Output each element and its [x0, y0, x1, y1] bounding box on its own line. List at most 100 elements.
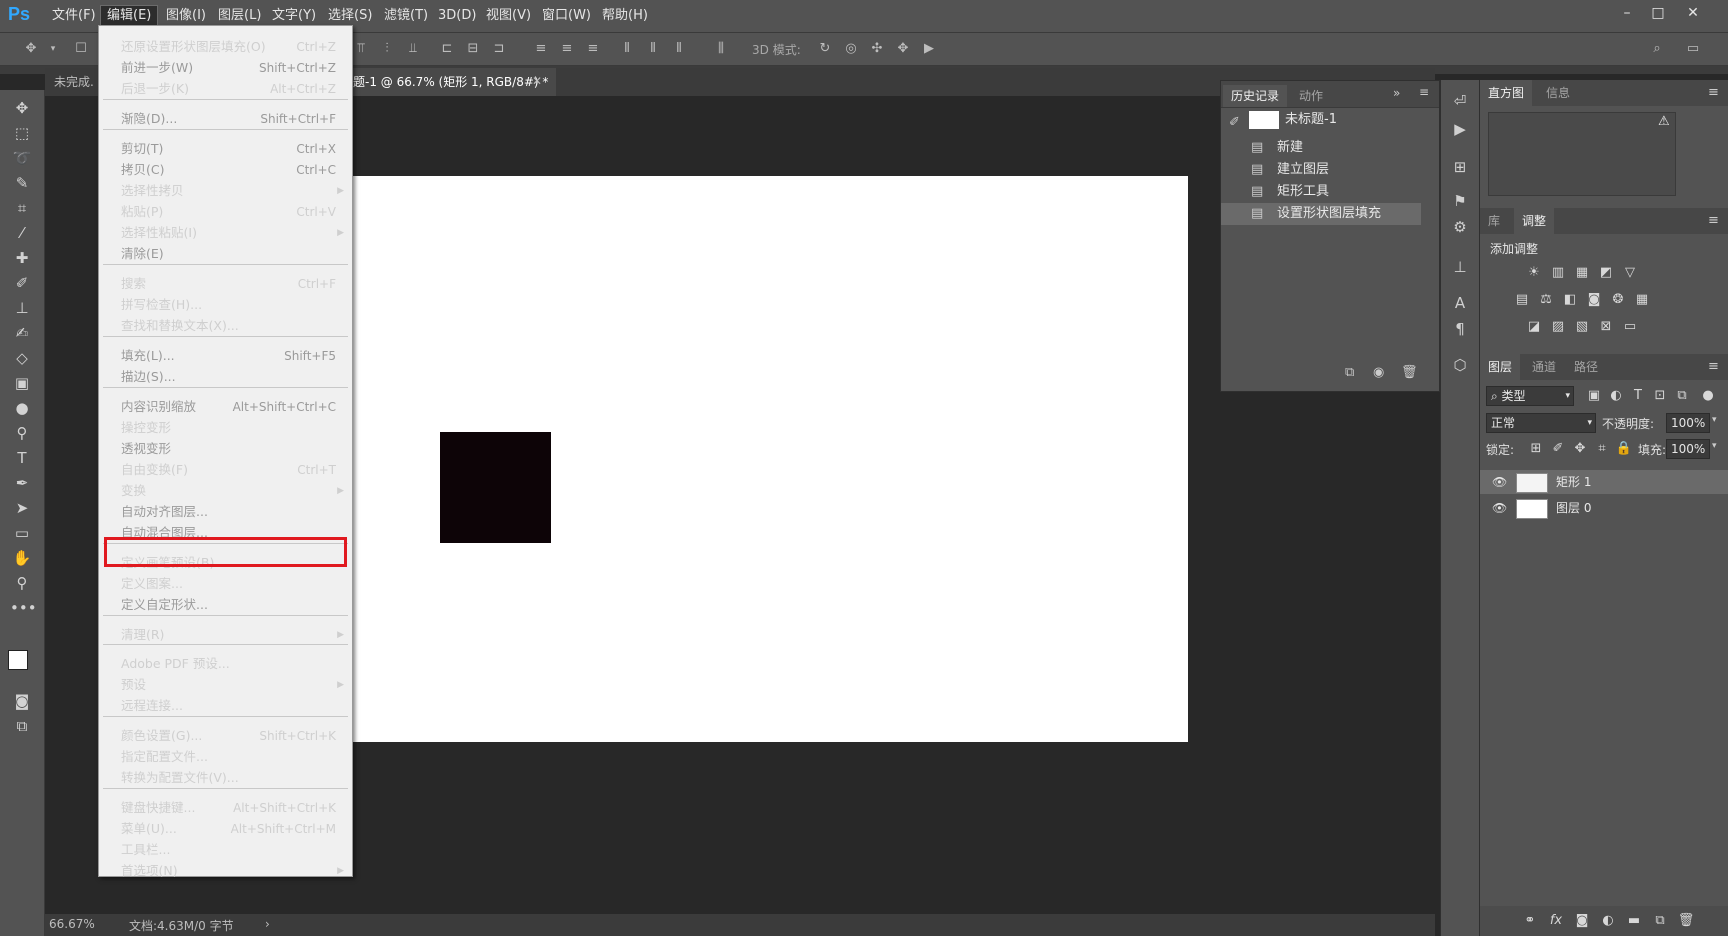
doc-tab-inactive[interactable]: 未完成.: [46, 68, 102, 96]
3d-pan-icon[interactable]: ✣: [868, 41, 886, 57]
blur-tool-icon[interactable]: ●: [10, 397, 34, 419]
marquee-tool-icon[interactable]: ⬚: [10, 122, 34, 144]
status-arrow-icon[interactable]: ›: [265, 917, 270, 931]
close-tab-icon[interactable]: ✕: [532, 74, 542, 88]
layer-filter-select[interactable]: ⌕ 类型 ▾: [1486, 386, 1574, 406]
menu-view[interactable]: 视图(V): [480, 6, 537, 26]
menu-layer[interactable]: 图层(L): [212, 6, 267, 26]
invert-icon[interactable]: ◪: [1524, 318, 1544, 336]
history-item[interactable]: ▤ 矩形工具: [1221, 181, 1421, 203]
quick-select-tool-icon[interactable]: ✎: [10, 172, 34, 194]
menu-file[interactable]: 文件(F): [46, 6, 102, 26]
3d-cube-icon[interactable]: ⬡: [1449, 354, 1471, 376]
expand-icon[interactable]: »: [1393, 86, 1400, 100]
gradient-map-icon[interactable]: ▭: [1620, 318, 1640, 336]
workspace-icon[interactable]: ▭: [1684, 41, 1702, 57]
distribute-top-icon[interactable]: ≡: [532, 41, 550, 57]
distribute-vcenter-icon[interactable]: ≡: [558, 41, 576, 57]
rectangle-tool-icon[interactable]: ▭: [10, 522, 34, 544]
clone-stamp-tool-icon[interactable]: ⊥: [10, 297, 34, 319]
filter-toggle-icon[interactable]: ●: [1698, 387, 1718, 405]
adjustment-layer-icon[interactable]: ◐: [1598, 912, 1618, 930]
auto-align-icon[interactable]: ⫼: [712, 41, 730, 57]
edit-menu-item[interactable]: 粘贴(P) Ctrl+V: [99, 202, 352, 222]
close-icon[interactable]: ✕: [1680, 4, 1706, 24]
path-select-tool-icon[interactable]: ➤: [10, 497, 34, 519]
threshold-icon[interactable]: ▧: [1572, 318, 1592, 336]
gradient-tool-icon[interactable]: ▣: [10, 372, 34, 394]
eyedropper-tool-icon[interactable]: ⁄: [10, 222, 34, 244]
edit-menu-item[interactable]: 菜单(U)... Alt+Shift+Ctrl+M: [99, 819, 352, 839]
menu-select[interactable]: 选择(S): [322, 6, 378, 26]
tab-channels[interactable]: 通道: [1524, 354, 1564, 380]
tab-actions[interactable]: 动作: [1291, 85, 1331, 107]
eye-icon[interactable]: 👁: [1492, 496, 1507, 520]
crop-tool-icon[interactable]: ⌗: [10, 197, 34, 219]
align-bottom-icon[interactable]: ⫫: [404, 41, 422, 57]
filter-shape-icon[interactable]: ⊡: [1650, 387, 1670, 405]
filter-type-icon[interactable]: T: [1628, 387, 1648, 405]
camera-icon[interactable]: ◉: [1373, 365, 1384, 380]
align-left-icon[interactable]: ⊏: [438, 41, 456, 57]
vibrance-icon[interactable]: ▽: [1620, 264, 1640, 282]
edit-menu-item[interactable]: 定义图案...: [99, 574, 352, 594]
tab-libraries[interactable]: 库: [1480, 208, 1508, 234]
posterize-icon[interactable]: ▨: [1548, 318, 1568, 336]
edit-menu-item[interactable]: 指定配置文件...: [99, 747, 352, 767]
lock-image-icon[interactable]: ✐: [1548, 440, 1568, 458]
eraser-tool-icon[interactable]: ◇: [10, 347, 34, 369]
pen-tool-icon[interactable]: ✒: [10, 472, 34, 494]
color-lookup-icon[interactable]: ▦: [1632, 291, 1652, 309]
properties-icon[interactable]: ⚙: [1449, 216, 1471, 238]
chevron-down-icon[interactable]: ▾: [1712, 415, 1717, 425]
chevron-down-icon[interactable]: ▾: [44, 41, 62, 57]
character-icon[interactable]: A: [1449, 292, 1471, 314]
align-vcenter-icon[interactable]: ⫶: [378, 41, 396, 57]
move-tool-icon[interactable]: ✥: [10, 97, 34, 119]
auto-select-checkbox[interactable]: ☐: [72, 41, 90, 57]
minimize-icon[interactable]: –: [1614, 4, 1640, 24]
doc-tab-active[interactable]: 题-1 @ 66.7% (矩形 1, RGB/8#) *: [345, 68, 557, 96]
zoom-tool-icon[interactable]: ⚲: [10, 572, 34, 594]
distribute-right-icon[interactable]: ⦀: [670, 41, 688, 57]
history-item-selected[interactable]: ▤ 设置形状图层填充: [1221, 203, 1421, 225]
distribute-hcenter-icon[interactable]: ⦀: [644, 41, 662, 57]
zoom-level[interactable]: 66.67%: [49, 917, 95, 931]
3d-roll-icon[interactable]: ◎: [842, 41, 860, 57]
tab-info[interactable]: 信息: [1538, 80, 1578, 106]
selective-color-icon[interactable]: ⊠: [1596, 318, 1616, 336]
paragraph-icon[interactable]: ¶: [1449, 318, 1471, 340]
levels-icon[interactable]: ▥: [1548, 264, 1568, 282]
move-tool-icon[interactable]: ✥: [22, 41, 40, 57]
hand-tool-icon[interactable]: ✋: [10, 547, 34, 569]
3d-slide-icon[interactable]: ✥: [894, 41, 912, 57]
clone-source-icon[interactable]: ⊥: [1449, 256, 1471, 278]
tab-histogram[interactable]: 直方图: [1480, 80, 1533, 106]
edit-menu-item[interactable]: 自由变换(F) Ctrl+T: [99, 460, 352, 480]
snapshot-thumbnail[interactable]: [1249, 111, 1279, 129]
filter-smart-object-icon[interactable]: ⧉: [1672, 387, 1692, 405]
menu-help[interactable]: 帮助(H): [596, 6, 654, 26]
history-brush-tool-icon[interactable]: ✍: [10, 322, 34, 344]
history-icon[interactable]: ⏎: [1449, 90, 1471, 112]
actions-play-icon[interactable]: ▶: [1449, 118, 1471, 140]
distribute-bottom-icon[interactable]: ≡: [584, 41, 602, 57]
align-hcenter-icon[interactable]: ⊟: [464, 41, 482, 57]
edit-menu-item[interactable]: 操控变形: [99, 418, 352, 438]
edit-menu-item[interactable]: 预设 ▶: [99, 675, 352, 695]
chevron-down-icon[interactable]: ▾: [1712, 441, 1717, 451]
fill-input[interactable]: 100%: [1666, 439, 1710, 459]
trash-icon[interactable]: 🗑: [1401, 365, 1418, 380]
photo-filter-icon[interactable]: ◙: [1584, 291, 1604, 309]
filter-adjustment-icon[interactable]: ◐: [1606, 387, 1626, 405]
history-brush-icon[interactable]: ✐: [1229, 115, 1240, 130]
edit-menu-item[interactable]: 选择性拷贝 ▶: [99, 181, 352, 201]
lock-transparent-icon[interactable]: ⊞: [1526, 440, 1546, 458]
opacity-input[interactable]: 100%: [1666, 413, 1710, 433]
folder-icon[interactable]: ▬: [1624, 912, 1644, 930]
history-item[interactable]: ▤ 新建: [1221, 137, 1421, 159]
foreground-color-swatch[interactable]: [8, 650, 28, 670]
edit-menu-item[interactable]: 选择性粘贴(I) ▶: [99, 223, 352, 243]
healing-brush-tool-icon[interactable]: ✚: [10, 247, 34, 269]
menu-3d[interactable]: 3D(D): [432, 6, 482, 26]
